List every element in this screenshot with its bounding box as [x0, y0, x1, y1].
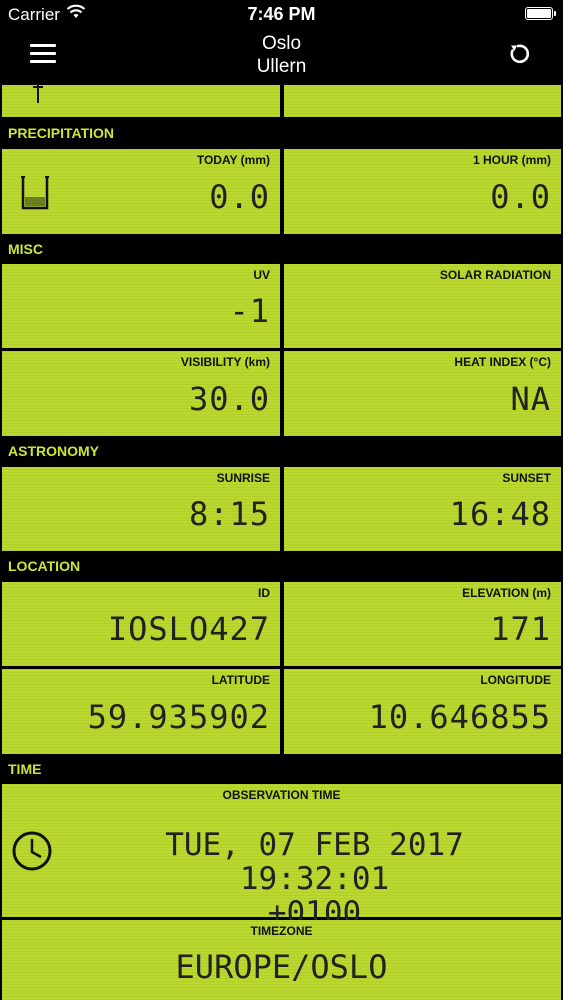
timezone-label: TIMEZONE [250, 924, 313, 938]
section-header-astronomy: ASTRONOMY [0, 436, 563, 467]
visibility-label: VISIBILITY (km) [180, 355, 270, 369]
refresh-icon [510, 44, 530, 64]
visibility-value: 30.0 [188, 380, 270, 418]
observation-time-date: TUE, 07 FEB 2017 19:32:01 [165, 827, 464, 897]
tile-visibility: VISIBILITY (km) 30.0 [2, 351, 280, 436]
navigation-bar: Oslo Ullern [0, 28, 563, 85]
tile-precip-today: TODAY (mm) 0.0 [2, 149, 280, 234]
longitude-label: LONGITUDE [480, 673, 551, 687]
tile-longitude: LONGITUDE 10.646855 [284, 669, 561, 754]
tile-observation-time: OBSERVATION TIME TUE, 07 FEB 2017 19:32:… [2, 784, 561, 930]
sunrise-label: SUNRISE [216, 471, 270, 485]
section-header-precipitation: PRECIPITATION [0, 117, 563, 149]
tile-top-right-partial [284, 85, 561, 117]
section-header-time: TIME [0, 754, 563, 784]
tile-sunset: SUNSET 16:48 [284, 467, 561, 551]
tile-sunrise: SUNRISE 8:15 [2, 467, 280, 551]
refresh-button[interactable] [507, 42, 531, 66]
latitude-label: LATITUDE [211, 673, 270, 687]
observation-time-value: TUE, 07 FEB 2017 19:32:01 +0100 [82, 828, 547, 930]
tile-timezone: TIMEZONE EUROPE/OSLO [2, 920, 561, 1000]
page-title: Oslo Ullern [0, 32, 563, 78]
precip-today-value: 0.0 [209, 178, 270, 216]
title-station: Ullern [256, 56, 307, 77]
tile-top-left-partial [2, 85, 280, 117]
longitude-value: 10.646855 [368, 698, 551, 736]
tile-station-id: ID IOSLO427 [2, 582, 280, 666]
heat-index-value: NA [510, 380, 551, 418]
section-header-location: LOCATION [0, 551, 563, 582]
uv-label: UV [253, 268, 270, 282]
heat-index-label: HEAT INDEX (°C) [454, 355, 551, 369]
tile-heat-index: HEAT INDEX (°C) NA [284, 351, 561, 436]
latitude-value: 59.935902 [87, 698, 270, 736]
section-header-misc: MISC [0, 234, 563, 264]
uv-value: -1 [229, 292, 270, 330]
tile-solar-radiation: SOLAR RADIATION [284, 264, 561, 348]
status-time: 7:46 PM [247, 4, 316, 24]
tile-precip-hour: 1 HOUR (mm) 0.0 [284, 149, 561, 234]
precip-hour-label: 1 HOUR (mm) [472, 153, 551, 167]
precip-today-label: TODAY (mm) [196, 153, 270, 167]
timezone-value: EUROPE/OSLO [175, 948, 388, 986]
solar-radiation-label: SOLAR RADIATION [439, 268, 551, 282]
sunset-value: 16:48 [449, 495, 551, 533]
rain-gauge-icon [20, 175, 50, 216]
wind-vane-icon [30, 85, 46, 110]
weather-detail-list[interactable]: PRECIPITATION TODAY (mm) 0.0 1 HOUR (mm)… [0, 85, 563, 1000]
sunrise-value: 8:15 [188, 495, 270, 533]
observation-time-label: OBSERVATION TIME [222, 788, 341, 802]
title-city: Oslo [261, 33, 302, 54]
status-bar: Carrier 7:46 PM [0, 0, 563, 28]
station-id-value: IOSLO427 [107, 610, 270, 648]
sunset-label: SUNSET [502, 471, 551, 485]
battery-icon [525, 7, 556, 20]
tile-uv: UV -1 [2, 264, 280, 348]
precip-hour-value: 0.0 [490, 178, 551, 216]
tile-elevation: ELEVATION (m) 171 [284, 582, 561, 666]
elevation-value: 171 [490, 610, 551, 648]
elevation-label: ELEVATION (m) [462, 586, 551, 600]
station-id-label: ID [258, 586, 270, 600]
tile-latitude: LATITUDE 59.935902 [2, 669, 280, 754]
clock-icon [11, 830, 53, 877]
